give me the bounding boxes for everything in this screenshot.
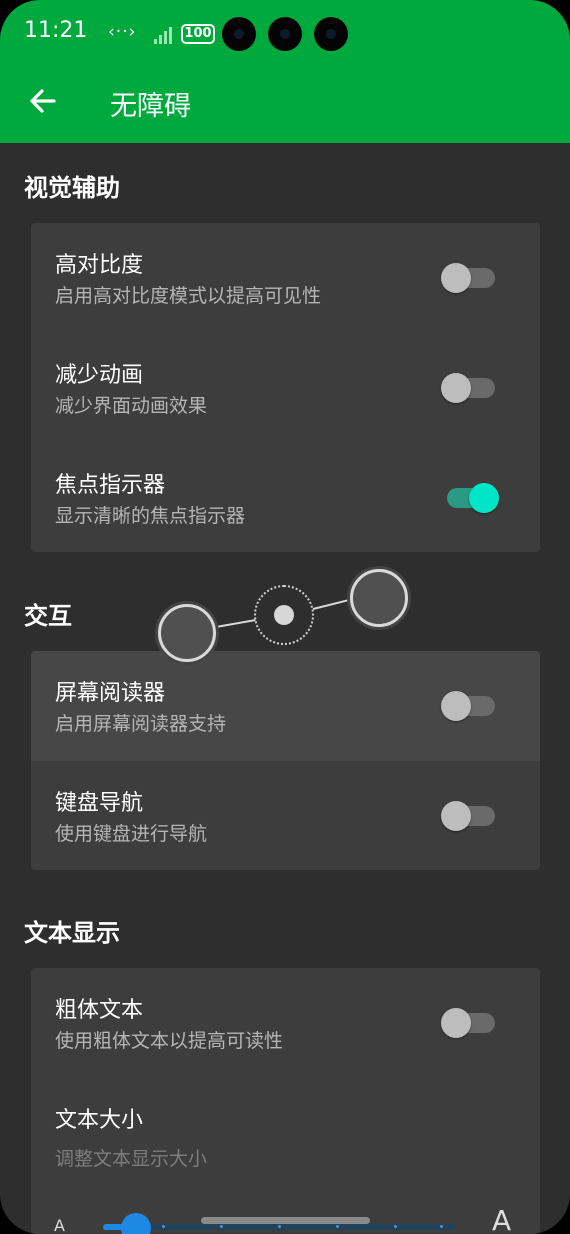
gesture-bar[interactable]: [201, 1217, 370, 1224]
setting-description: 使用键盘进行导航: [55, 823, 208, 845]
battery-icon: 100: [181, 24, 215, 44]
arrow-left-icon[interactable]: [26, 84, 60, 118]
reduce-motion-toggle[interactable]: [441, 373, 501, 403]
text-settings-card: 粗体文本 使用粗体文本以提高可读性 文本大小 调整文本显示大小: [31, 968, 540, 1234]
screen-reader-toggle[interactable]: [441, 691, 501, 721]
app-bar: 11:21 ‹··› 100 无障碍: [0, 0, 570, 143]
screen: 11:21 ‹··› 100 无障碍 视觉辅助 高对比度 启用高对比度模式以提高…: [0, 0, 570, 1234]
setting-description: 使用粗体文本以提高可读性: [55, 1030, 284, 1052]
gesture-touch-point-left[interactable]: [158, 604, 216, 662]
high-contrast-toggle[interactable]: [441, 263, 501, 293]
setting-focus-indicator[interactable]: 焦点指示器 显示清晰的焦点指示器: [31, 443, 540, 553]
text-size-max-label: A: [492, 1204, 512, 1234]
section-title-visual: 视觉辅助: [24, 174, 120, 202]
setting-description: 启用屏幕阅读器支持: [55, 713, 227, 735]
setting-label: 焦点指示器: [55, 473, 166, 498]
slider-tick: [162, 1225, 165, 1228]
setting-text-size: 文本大小 调整文本显示大小: [31, 1078, 540, 1198]
slider-tick: [220, 1225, 223, 1228]
camera-cutout: [268, 17, 302, 51]
setting-screen-reader[interactable]: 屏幕阅读器 启用屏幕阅读器支持: [31, 651, 540, 761]
camera-cutout: [314, 17, 348, 51]
setting-label: 减少动画: [55, 363, 144, 388]
setting-high-contrast[interactable]: 高对比度 启用高对比度模式以提高可见性: [31, 223, 540, 333]
setting-description: 减少界面动画效果: [55, 395, 208, 417]
section-title-text: 文本显示: [24, 919, 120, 947]
gesture-connector: [215, 619, 256, 628]
gesture-touch-point-right[interactable]: [350, 569, 408, 627]
slider-tick: [440, 1225, 443, 1228]
data-transfer-icon: ‹··›: [108, 22, 137, 42]
page-title: 无障碍: [110, 91, 191, 122]
setting-description: 调整文本显示大小: [55, 1148, 208, 1170]
setting-label: 粗体文本: [55, 998, 144, 1023]
bold-text-toggle[interactable]: [441, 1008, 501, 1038]
gesture-center-dot: [274, 605, 294, 625]
setting-label: 键盘导航: [55, 791, 144, 816]
setting-label: 高对比度: [55, 253, 144, 278]
section-title-interaction: 交互: [24, 602, 72, 630]
setting-label: 文本大小: [55, 1108, 144, 1133]
text-size-min-label: A: [54, 1216, 65, 1234]
setting-bold-text[interactable]: 粗体文本 使用粗体文本以提高可读性: [31, 968, 540, 1078]
setting-description: 启用高对比度模式以提高可见性: [55, 285, 322, 307]
status-bar: 11:21 ‹··› 100: [0, 0, 570, 70]
slider-tick: [278, 1225, 281, 1228]
cell-signal-icon: [154, 24, 176, 44]
keyboard-navigation-toggle[interactable]: [441, 801, 501, 831]
setting-description: 显示清晰的焦点指示器: [55, 505, 246, 527]
setting-label: 屏幕阅读器: [55, 681, 166, 706]
slider-tick: [336, 1225, 339, 1228]
slider-tick: [394, 1225, 397, 1228]
interaction-settings-card: 屏幕阅读器 启用屏幕阅读器支持 键盘导航 使用键盘进行导航: [31, 651, 540, 870]
focus-indicator-toggle[interactable]: [439, 483, 499, 513]
camera-cutout: [222, 17, 256, 51]
setting-keyboard-navigation[interactable]: 键盘导航 使用键盘进行导航: [31, 761, 540, 871]
visual-settings-card: 高对比度 启用高对比度模式以提高可见性 减少动画 减少界面动画效果 焦点指示器 …: [31, 223, 540, 552]
setting-reduce-motion[interactable]: 减少动画 减少界面动画效果: [31, 333, 540, 443]
gesture-connector: [312, 598, 353, 610]
status-time: 11:21: [24, 18, 88, 43]
